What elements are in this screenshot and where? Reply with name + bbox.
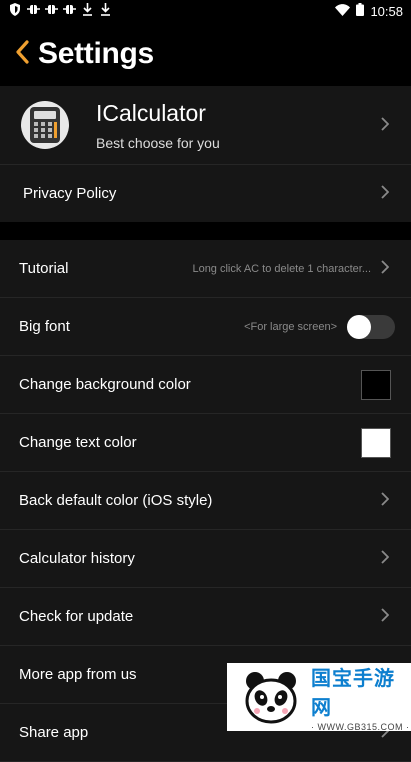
watermark-text: 国宝手游网 bbox=[311, 668, 395, 719]
wifi-icon bbox=[335, 3, 351, 19]
setting-hint: <For large screen> bbox=[244, 320, 337, 333]
chevron-right-icon bbox=[381, 490, 390, 511]
battery-icon bbox=[356, 3, 365, 19]
setting-row-background-color[interactable]: Change background color bbox=[0, 356, 411, 414]
chevron-right-icon bbox=[381, 548, 390, 569]
page-title: Settings bbox=[38, 37, 154, 70]
chevron-right-icon bbox=[381, 258, 390, 279]
status-time: 10:58 bbox=[370, 3, 403, 19]
app-info-row[interactable]: ICalculator Best choose for you bbox=[0, 86, 411, 165]
chevron-right-icon bbox=[381, 606, 390, 627]
setting-row-update[interactable]: Check for update bbox=[0, 588, 411, 646]
privacy-policy-label: Privacy Policy bbox=[23, 185, 117, 202]
big-font-toggle[interactable] bbox=[347, 314, 395, 339]
setting-row-text-color[interactable]: Change text color bbox=[0, 414, 411, 472]
setting-label: Calculator history bbox=[19, 550, 135, 567]
back-button[interactable] bbox=[12, 39, 32, 69]
status-left-icons bbox=[0, 3, 112, 19]
setting-label: Big font bbox=[19, 318, 70, 335]
panda-logo-icon bbox=[241, 667, 301, 727]
chevron-left-icon bbox=[15, 39, 29, 69]
status-bar: 10:58 bbox=[0, 0, 411, 22]
setting-label: Change background color bbox=[19, 376, 191, 393]
chevron-right-icon bbox=[381, 183, 390, 204]
bug-icon bbox=[26, 3, 40, 19]
setting-label: Share app bbox=[19, 724, 89, 741]
calculator-app-icon bbox=[21, 101, 69, 149]
setting-label: Back default color (iOS style) bbox=[19, 492, 213, 509]
setting-label: Change text color bbox=[19, 434, 137, 451]
setting-row-history[interactable]: Calculator history bbox=[0, 530, 411, 588]
chevron-right-icon bbox=[381, 115, 390, 136]
setting-hint: Long click AC to delete 1 character... bbox=[192, 262, 371, 275]
status-right: 10:58 bbox=[335, 3, 411, 19]
shield-icon bbox=[8, 3, 22, 19]
setting-label: More app from us bbox=[19, 666, 137, 683]
setting-row-tutorial[interactable]: Tutorial Long click AC to delete 1 chara… bbox=[0, 240, 411, 298]
download-icon bbox=[98, 3, 112, 19]
bug-icon bbox=[62, 3, 76, 19]
watermark: 国宝手游网 · WWW.GB315.COM · bbox=[227, 663, 411, 732]
download-icon bbox=[80, 3, 94, 19]
setting-label: Tutorial bbox=[19, 260, 69, 277]
header: Settings bbox=[0, 22, 411, 86]
text-color-swatch[interactable] bbox=[361, 427, 391, 458]
setting-row-big-font[interactable]: Big font <For large screen> bbox=[0, 298, 411, 356]
app-subtitle: Best choose for you bbox=[96, 134, 220, 151]
setting-label: Check for update bbox=[19, 608, 134, 625]
privacy-policy-row[interactable]: Privacy Policy bbox=[0, 165, 411, 222]
background-color-swatch[interactable] bbox=[361, 369, 391, 400]
section-gap bbox=[0, 222, 411, 240]
toggle-knob bbox=[347, 314, 371, 339]
setting-row-default-color[interactable]: Back default color (iOS style) bbox=[0, 472, 411, 530]
app-name: ICalculator bbox=[96, 99, 206, 126]
bug-icon bbox=[44, 3, 58, 19]
app-card: ICalculator Best choose for you Privacy … bbox=[0, 86, 411, 222]
